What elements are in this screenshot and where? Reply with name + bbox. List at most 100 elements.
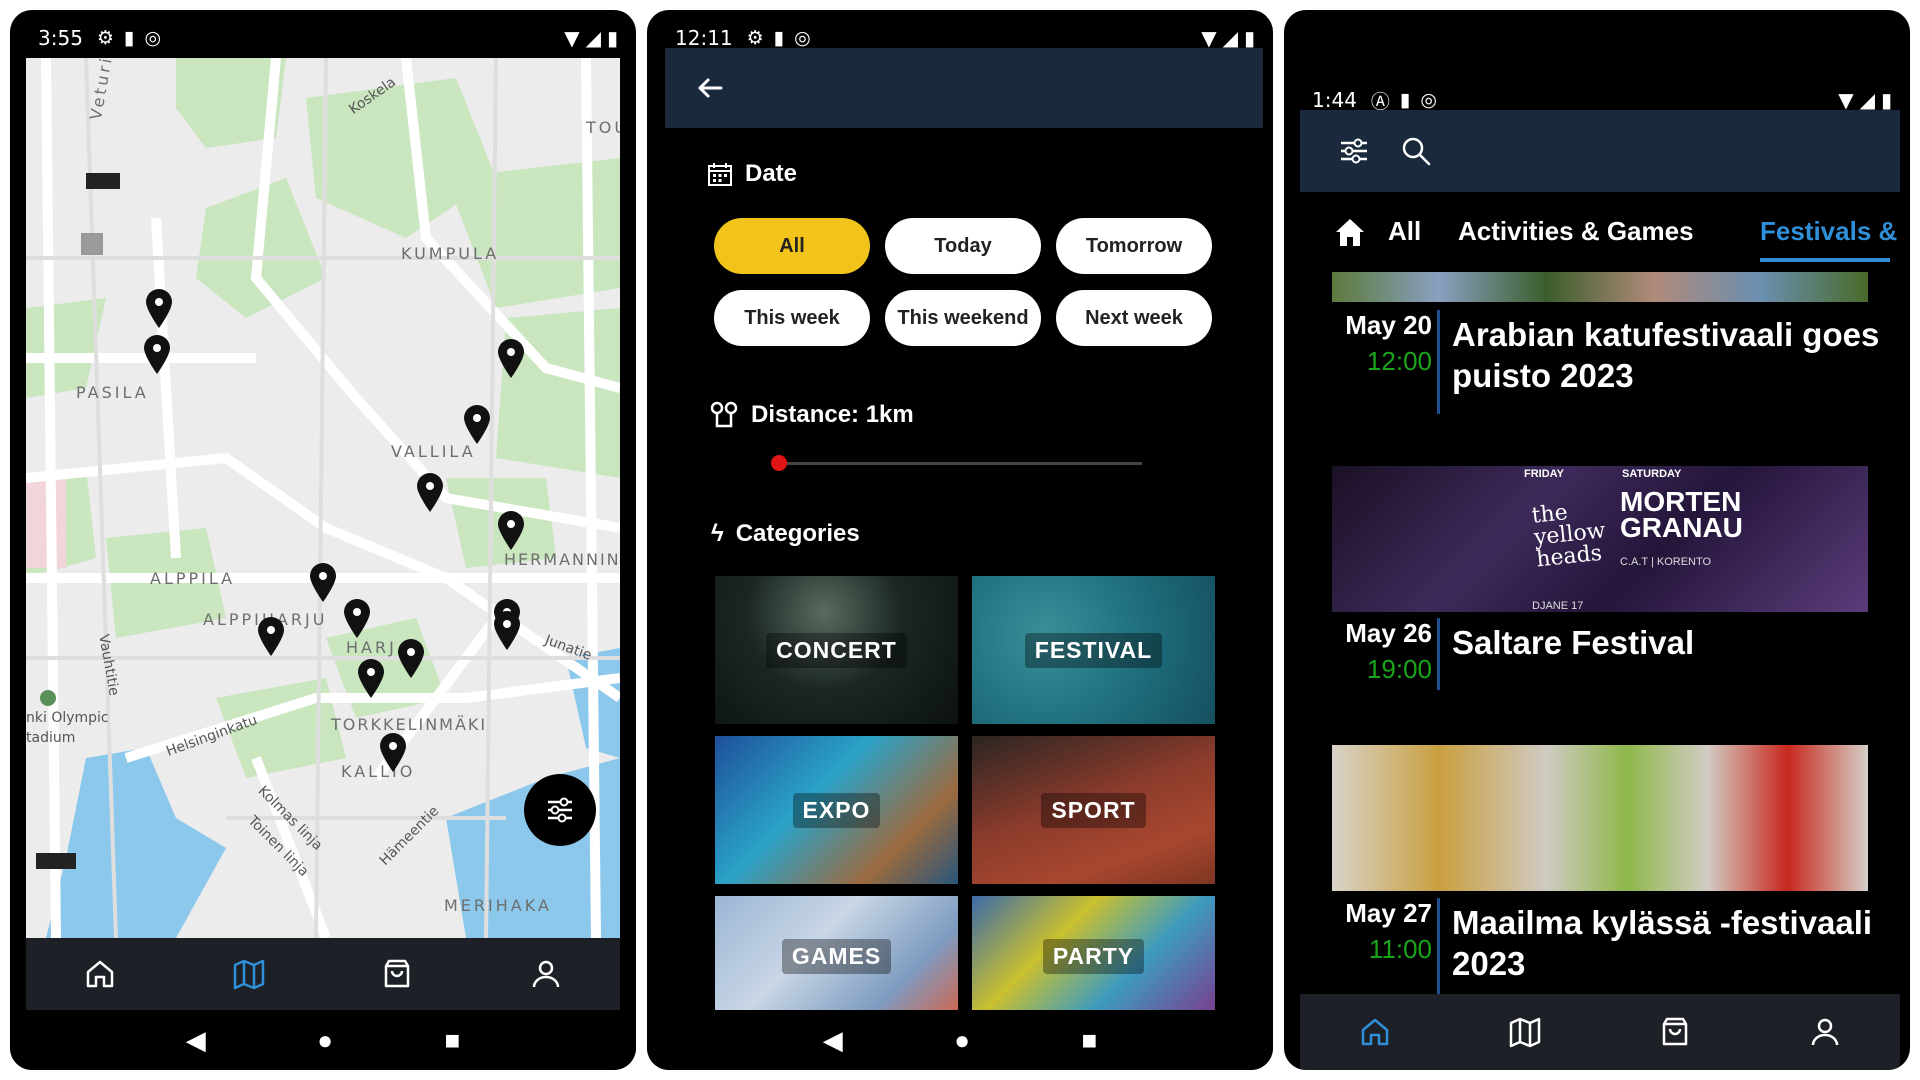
event-pin[interactable] [142, 334, 172, 374]
chip-this-weekend[interactable]: This weekend [885, 290, 1041, 346]
search-icon[interactable] [1400, 135, 1432, 167]
battery-icon: ▮ [1880, 88, 1892, 112]
tab-home[interactable] [1357, 1014, 1393, 1050]
sliders-icon [548, 797, 572, 823]
tab-shopping-bag[interactable] [379, 956, 415, 992]
tab-profile[interactable] [528, 956, 564, 992]
event-pin[interactable] [462, 404, 492, 444]
recents-nav-icon[interactable]: ■ [1082, 1025, 1098, 1056]
chip-all[interactable]: All [714, 218, 870, 274]
battery-icon: ▮ [606, 26, 618, 50]
signal-icon: ◢ [585, 26, 601, 50]
event-time: 19:00 [1366, 654, 1432, 684]
category-sport[interactable]: SPORT [972, 736, 1215, 884]
tab-profile[interactable] [1807, 1014, 1843, 1050]
map-label-hermannin: HERMANNIN [504, 550, 620, 569]
event-pin[interactable] [378, 732, 408, 772]
event-time: 12:00 [1366, 346, 1432, 376]
event-title[interactable]: Arabian katufestivaali goes puisto 2023 [1452, 314, 1892, 396]
event-time: 11:00 [1368, 934, 1432, 964]
event-pin[interactable] [496, 338, 526, 378]
date-section-title: Date [707, 160, 797, 188]
tab-festivals[interactable]: Festivals & [1760, 216, 1897, 247]
tab-activities-games[interactable]: Activities & Games [1458, 216, 1694, 247]
event-divider [1437, 618, 1440, 690]
distance-slider-thumb[interactable] [771, 455, 787, 471]
category-games[interactable]: GAMES [715, 896, 958, 1016]
tab-map[interactable] [1507, 1014, 1543, 1050]
event-pin[interactable] [144, 288, 174, 328]
poster-day-saturday: SATURDAY [1622, 468, 1682, 480]
back-nav-icon[interactable]: ◀ [823, 1025, 843, 1056]
category-party[interactable]: PARTY [972, 896, 1215, 1016]
event-title[interactable]: Saltare Festival [1452, 622, 1892, 663]
shopping-bag-icon [385, 959, 410, 988]
route-pins-icon [710, 401, 738, 428]
filter-button[interactable] [524, 774, 596, 846]
event-image[interactable]: FRIDAY SATURDAY the yellow heads MORTEN … [1332, 466, 1868, 612]
chip-next-week[interactable]: Next week [1056, 290, 1212, 346]
map-label-pasila: PASILA [76, 383, 149, 402]
battery-icon: ▮ [1243, 26, 1255, 50]
sd-card-icon: ▮ [123, 27, 135, 49]
category-label: EXPO [792, 792, 881, 828]
tab-shopping-bag[interactable] [1657, 1014, 1693, 1050]
back-arrow-icon[interactable] [695, 73, 725, 103]
tab-all[interactable]: All [1388, 216, 1421, 247]
back-nav-icon[interactable]: ◀ [186, 1025, 206, 1056]
sync-icon: ◎ [1420, 89, 1437, 111]
distance-slider-track[interactable] [777, 462, 1142, 465]
poster-headliner-2: GRANAU [1620, 512, 1743, 543]
active-tab-indicator [1760, 258, 1890, 262]
app-bar [665, 48, 1263, 128]
sliders-icon[interactable] [1338, 135, 1370, 167]
event-divider [1437, 310, 1440, 414]
chip-tomorrow[interactable]: Tomorrow [1056, 218, 1212, 274]
event-image[interactable] [1332, 745, 1868, 891]
calendar-icon [708, 163, 732, 186]
event-pin[interactable] [496, 510, 526, 550]
home-nav-icon[interactable]: ● [317, 1025, 333, 1056]
map-label-merihaka: MERIHAKA [444, 896, 552, 915]
event-date: May 26 [1345, 618, 1432, 648]
event-pin[interactable] [492, 610, 522, 650]
event-pin[interactable] [256, 616, 286, 656]
signal-icon: ◢ [1222, 26, 1238, 50]
system-nav-bar: ◀ ● ■ [10, 1010, 636, 1070]
map-view[interactable]: Veturitie Koskela TOU KUMPULA PASILA VAL… [26, 58, 620, 938]
category-label: PARTY [1042, 938, 1145, 974]
status-time: 3:55 [38, 26, 83, 50]
event-date: May 20 [1345, 310, 1432, 340]
wifi-icon: ▼ [1838, 88, 1854, 112]
status-time: 1:44 [1312, 88, 1357, 112]
event-pin[interactable] [342, 598, 372, 638]
event-title[interactable]: Maailma kylässä -festivaali 2023 [1452, 902, 1892, 984]
home-icon [87, 960, 114, 988]
map-label-vallila: VALLILA [391, 442, 476, 461]
home-icon[interactable] [1332, 214, 1368, 250]
tab-home[interactable] [82, 956, 118, 992]
map-label-tou: TOU [586, 118, 620, 137]
profile-icon [532, 960, 559, 988]
bolt-icon: ϟ [711, 520, 724, 547]
event-image[interactable] [1332, 272, 1868, 302]
categories-title: Categories [735, 520, 860, 547]
event-pin[interactable] [356, 658, 386, 698]
category-festival[interactable]: FESTIVAL [972, 576, 1215, 724]
event-pin[interactable] [308, 562, 338, 602]
category-label: CONCERT [766, 632, 907, 668]
recents-nav-icon[interactable]: ■ [445, 1025, 461, 1056]
chip-today[interactable]: Today [885, 218, 1041, 274]
category-label: FESTIVAL [1024, 632, 1163, 668]
chip-this-week[interactable]: This week [714, 290, 870, 346]
sd-card-icon: ▮ [1399, 89, 1411, 111]
event-pin[interactable] [415, 472, 445, 512]
profile-icon [1811, 1018, 1839, 1046]
category-expo[interactable]: EXPO [715, 736, 958, 884]
category-concert[interactable]: CONCERT [715, 576, 958, 724]
tab-map[interactable] [231, 956, 267, 992]
home-nav-icon[interactable]: ● [954, 1025, 970, 1056]
map-icon [233, 959, 264, 990]
bottom-tab-bar [26, 938, 620, 1010]
event-pin[interactable] [396, 638, 426, 678]
